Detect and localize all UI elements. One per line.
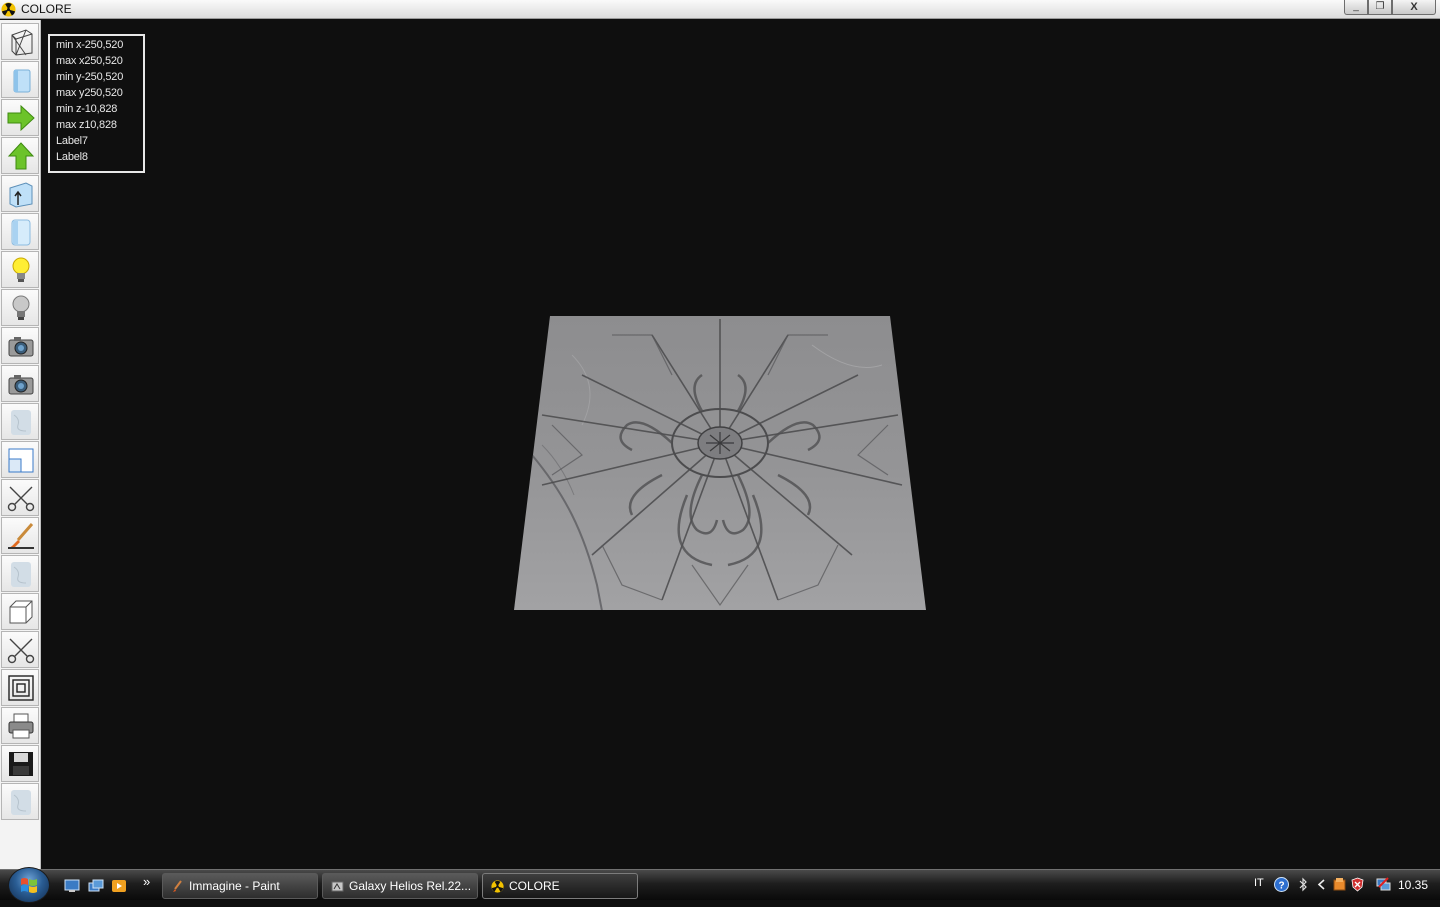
restore-button[interactable]: ❐	[1368, 0, 1392, 15]
paint-icon	[173, 880, 182, 892]
solid-box-icon	[13, 69, 31, 93]
light-on-icon	[12, 257, 30, 282]
task-colore[interactable]: COLORE	[482, 873, 638, 899]
min-y-label: min y-250,520	[56, 71, 124, 83]
galaxy-icon	[331, 881, 344, 892]
windows-logo-icon	[21, 878, 37, 893]
concentric-squares-icon	[8, 675, 34, 701]
bluetooth-icon[interactable]	[1296, 877, 1311, 892]
marble-texture-2-button[interactable]	[1, 555, 39, 592]
arrow-right-button[interactable]	[1, 99, 39, 136]
bounds-info-panel: min x-250,520 max x250,520 min y-250,520…	[48, 34, 145, 173]
label8: Label8	[56, 151, 88, 163]
max-x-label: max x250,520	[56, 55, 123, 67]
brush-button[interactable]	[1, 517, 39, 554]
carved-marble-plate[interactable]	[512, 315, 928, 611]
update-icon[interactable]	[1332, 877, 1347, 892]
marble-texture-3-button[interactable]	[1, 783, 39, 820]
start-button[interactable]	[8, 867, 50, 903]
marble-texture-button[interactable]	[1, 403, 39, 440]
scissors-button[interactable]	[1, 479, 39, 516]
switch-windows-icon[interactable]	[88, 879, 104, 893]
window-split-button[interactable]	[1, 441, 39, 478]
task-galaxy-helios[interactable]: Galaxy Helios Rel.22...	[322, 873, 478, 899]
tool-palette	[0, 20, 41, 869]
panel-icon	[11, 219, 31, 246]
label7: Label7	[56, 135, 88, 147]
taskbar: » Immagine - Paint Galaxy Helios Rel.22.…	[0, 867, 1440, 903]
task-label: Galaxy Helios Rel.22...	[349, 879, 472, 893]
max-y-label: max y250,520	[56, 87, 123, 99]
network-disconnected-icon[interactable]	[1376, 877, 1391, 892]
camera-2-button[interactable]	[1, 365, 39, 402]
show-desktop-icon[interactable]	[64, 879, 80, 893]
quicklaunch-overflow-button[interactable]: »	[143, 874, 150, 889]
title-bar: COLORE _ ❐ X	[0, 0, 1440, 19]
task-paint[interactable]: Immagine - Paint	[162, 873, 318, 899]
clock[interactable]: 10.35	[1398, 878, 1428, 892]
light-on-button[interactable]	[1, 251, 39, 288]
marble-texture-3-icon	[11, 790, 31, 815]
chevron-left-icon[interactable]	[1314, 877, 1329, 892]
task-label: COLORE	[509, 879, 560, 893]
close-button[interactable]: X	[1392, 0, 1436, 15]
help-icon[interactable]: ?	[1274, 877, 1289, 892]
arrow-up-button[interactable]	[1, 137, 39, 174]
scissors-2-icon	[7, 638, 35, 664]
light-off-button[interactable]	[1, 289, 39, 326]
camera-2-icon	[8, 375, 34, 395]
radiation-icon	[1, 2, 16, 17]
svg-text:?: ?	[1279, 881, 1285, 892]
arrow-up-icon	[7, 142, 35, 170]
marble-texture-icon	[11, 410, 31, 435]
printer-icon	[8, 713, 34, 739]
camera-button[interactable]	[1, 327, 39, 364]
radiation-icon	[491, 880, 504, 893]
floppy-save-icon	[9, 752, 33, 776]
cube-icon	[9, 600, 33, 624]
task-label: Immagine - Paint	[189, 879, 280, 893]
floppy-save-button[interactable]	[1, 745, 39, 782]
light-off-icon	[12, 295, 30, 320]
wireframe-box-button[interactable]	[1, 23, 39, 60]
marble-texture-2-icon	[11, 562, 31, 587]
cube-button[interactable]	[1, 593, 39, 630]
media-player-icon[interactable]	[111, 879, 127, 893]
minimize-button[interactable]: _	[1344, 0, 1368, 15]
security-alert-icon[interactable]	[1350, 877, 1365, 892]
solid-box-button[interactable]	[1, 61, 39, 98]
scissors-icon	[7, 486, 35, 512]
concentric-squares-button[interactable]	[1, 669, 39, 706]
box-arrow-icon	[9, 182, 33, 208]
window-split-icon	[8, 448, 34, 473]
system-tray: IT ? 10.35	[1250, 870, 1440, 901]
scissors-2-button[interactable]	[1, 631, 39, 668]
box-arrow-button[interactable]	[1, 175, 39, 212]
arrow-right-icon	[7, 104, 35, 132]
brush-icon	[8, 523, 34, 549]
language-indicator[interactable]: IT	[1254, 877, 1264, 889]
panel-button[interactable]	[1, 213, 39, 250]
min-z-label: min z-10,828	[56, 103, 118, 115]
max-z-label: max z10,828	[56, 119, 117, 131]
min-x-label: min x-250,520	[56, 39, 124, 51]
wireframe-box-icon	[11, 29, 33, 56]
printer-button[interactable]	[1, 707, 39, 744]
camera-icon	[8, 337, 34, 357]
window-title: COLORE	[21, 2, 72, 16]
